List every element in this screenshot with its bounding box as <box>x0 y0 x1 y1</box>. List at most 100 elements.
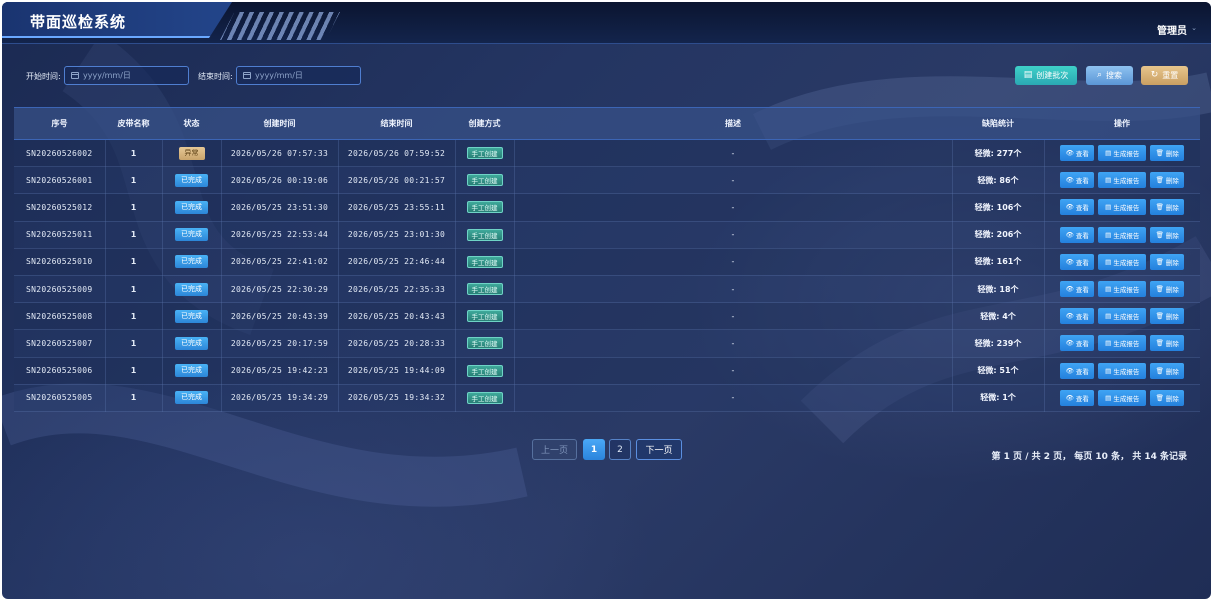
chevron-down-icon[interactable]: ⌄ <box>1191 24 1197 32</box>
search-button[interactable]: ⌕ 搜索 <box>1086 66 1133 85</box>
trash-icon: 🗑 <box>1155 339 1164 348</box>
status-cell: 已完成 <box>162 275 222 304</box>
refresh-icon: ↻ <box>1150 70 1159 80</box>
start-time-input[interactable]: yyyy/mm/日 <box>64 66 189 85</box>
belt-name-cell: 1 <box>105 193 163 222</box>
delete-label: 删除 <box>1165 204 1179 213</box>
end-time-cell: 2026/05/25 22:46:44 <box>338 248 456 276</box>
report-label: 生成报告 <box>1113 150 1140 159</box>
status-cell: 已完成 <box>162 166 222 195</box>
status-badge: 已完成 <box>175 200 208 214</box>
method-tag: 手工创建 <box>466 364 503 377</box>
delete-button[interactable]: 🗑 删除 <box>1150 145 1185 162</box>
method-cell: 手工创建 <box>455 384 515 412</box>
end-time-cell: 2026/05/25 19:44:09 <box>338 357 456 385</box>
view-button[interactable]: 👁 查看 <box>1060 145 1095 162</box>
view-button[interactable]: 👁 查看 <box>1060 172 1095 189</box>
reset-button[interactable]: ↻ 重置 <box>1141 66 1188 85</box>
reset-label: 重置 <box>1162 71 1179 80</box>
delete-button[interactable]: 🗑 删除 <box>1150 362 1185 379</box>
report-label: 生成报告 <box>1113 340 1140 349</box>
generate-report-button[interactable]: ▤ 生成报告 <box>1098 172 1147 189</box>
belt-name-cell: 1 <box>105 248 163 276</box>
view-label: 查看 <box>1075 258 1089 267</box>
view-button[interactable]: 👁 查看 <box>1060 253 1095 270</box>
end-time-input[interactable]: yyyy/mm/日 <box>236 66 361 85</box>
end-time-cell: 2026/05/25 23:01:30 <box>338 221 456 249</box>
batch-table: 序号 皮带名称 状态 创建时间 结束时间 创建方式 描述 缺陷统计 操作 SN2… <box>14 107 1200 412</box>
generate-report-button[interactable]: ▤ 生成报告 <box>1098 226 1147 243</box>
generate-report-button[interactable]: ▤ 生成报告 <box>1098 253 1147 270</box>
serial-cell: SN20260525011 <box>14 221 106 249</box>
end-time-cell: 2026/05/25 19:34:32 <box>338 384 456 412</box>
report-icon: ▤ <box>1105 176 1112 185</box>
delete-button[interactable]: 🗑 删除 <box>1150 253 1185 270</box>
table-row: SN20260525006 1 已完成 2026/05/25 19:42:23 2026… <box>14 357 1200 385</box>
table-row: SN20260525005 1 已完成 2026/05/25 19:34:29 2026… <box>14 384 1200 412</box>
prev-page-button[interactable]: 上一页 <box>532 439 577 460</box>
user-menu[interactable]: 管理员 <box>1157 22 1187 37</box>
view-label: 查看 <box>1075 340 1089 349</box>
column-header: 皮带名称 <box>105 107 162 140</box>
view-button[interactable]: 👁 查看 <box>1060 335 1095 352</box>
trash-icon: 🗑 <box>1155 203 1164 212</box>
generate-report-button[interactable]: ▤ 生成报告 <box>1098 281 1147 298</box>
delete-button[interactable]: 🗑 删除 <box>1150 226 1185 243</box>
generate-report-button[interactable]: ▤ 生成报告 <box>1098 145 1147 162</box>
table-row: SN20260525007 1 已完成 2026/05/25 20:17:59 2026… <box>14 329 1200 358</box>
delete-button[interactable]: 🗑 删除 <box>1150 308 1185 325</box>
delete-button[interactable]: 🗑 删除 <box>1150 172 1185 189</box>
generate-report-button[interactable]: ▤ 生成报告 <box>1098 389 1147 406</box>
method-cell: 手工创建 <box>455 275 515 304</box>
view-button[interactable]: 👁 查看 <box>1060 362 1095 379</box>
page-1-button[interactable]: 1 <box>583 439 605 460</box>
page-2-button[interactable]: 2 <box>609 439 631 460</box>
view-button[interactable]: 👁 查看 <box>1060 389 1095 406</box>
view-button[interactable]: 👁 查看 <box>1060 199 1095 216</box>
defect-count-cell: 轻微: 161个 <box>952 248 1045 276</box>
generate-report-button[interactable]: ▤ 生成报告 <box>1098 199 1147 216</box>
report-icon: ▤ <box>1105 366 1112 375</box>
actions-cell: 👁 查看 ▤ 生成报告 🗑 删除 <box>1044 357 1200 385</box>
report-icon: ▤ <box>1105 149 1112 158</box>
serial-cell: SN20260525007 <box>14 329 106 358</box>
create-batch-button[interactable]: ▤ 创建批次 <box>1015 66 1077 85</box>
status-cell: 已完成 <box>162 329 222 358</box>
delete-label: 删除 <box>1165 340 1179 349</box>
delete-button[interactable]: 🗑 删除 <box>1150 335 1185 352</box>
view-button[interactable]: 👁 查看 <box>1060 281 1095 298</box>
eye-icon: 👁 <box>1065 230 1074 239</box>
description-cell: - <box>514 221 953 249</box>
serial-cell: SN20260525012 <box>14 193 106 222</box>
method-cell: 手工创建 <box>455 193 515 222</box>
delete-button[interactable]: 🗑 删除 <box>1150 199 1185 216</box>
eye-icon: 👁 <box>1065 149 1074 158</box>
generate-report-button[interactable]: ▤ 生成报告 <box>1098 308 1147 325</box>
delete-label: 删除 <box>1165 231 1179 240</box>
trash-icon: 🗑 <box>1155 393 1164 402</box>
delete-button[interactable]: 🗑 删除 <box>1150 281 1185 298</box>
generate-report-button[interactable]: ▤ 生成报告 <box>1098 335 1147 352</box>
belt-name-cell: 1 <box>105 384 163 412</box>
description-cell: - <box>514 193 953 222</box>
method-tag: 手工创建 <box>466 337 503 350</box>
defect-count-cell: 轻微: 239个 <box>952 329 1045 358</box>
view-button[interactable]: 👁 查看 <box>1060 308 1095 325</box>
app-title: 带面巡检系统 <box>30 13 127 31</box>
belt-name-cell: 1 <box>105 357 163 385</box>
eye-icon: 👁 <box>1065 339 1074 348</box>
table-row: SN20260525008 1 已完成 2026/05/25 20:43:39 2026… <box>14 302 1200 331</box>
next-page-button[interactable]: 下一页 <box>636 439 682 460</box>
delete-button[interactable]: 🗑 删除 <box>1150 389 1185 406</box>
view-button[interactable]: 👁 查看 <box>1060 226 1095 243</box>
created-time-cell: 2026/05/26 07:57:33 <box>221 139 339 168</box>
method-cell: 手工创建 <box>455 302 515 331</box>
document-icon: ▤ <box>1023 70 1033 80</box>
column-header: 状态 <box>162 107 221 140</box>
defect-count-cell: 轻微: 206个 <box>952 221 1045 249</box>
status-badge: 异常 <box>178 146 205 160</box>
generate-report-button[interactable]: ▤ 生成报告 <box>1098 362 1147 379</box>
description-cell: - <box>514 166 953 195</box>
description-cell: - <box>514 329 953 358</box>
defect-count-cell: 轻微: 86个 <box>952 166 1045 195</box>
